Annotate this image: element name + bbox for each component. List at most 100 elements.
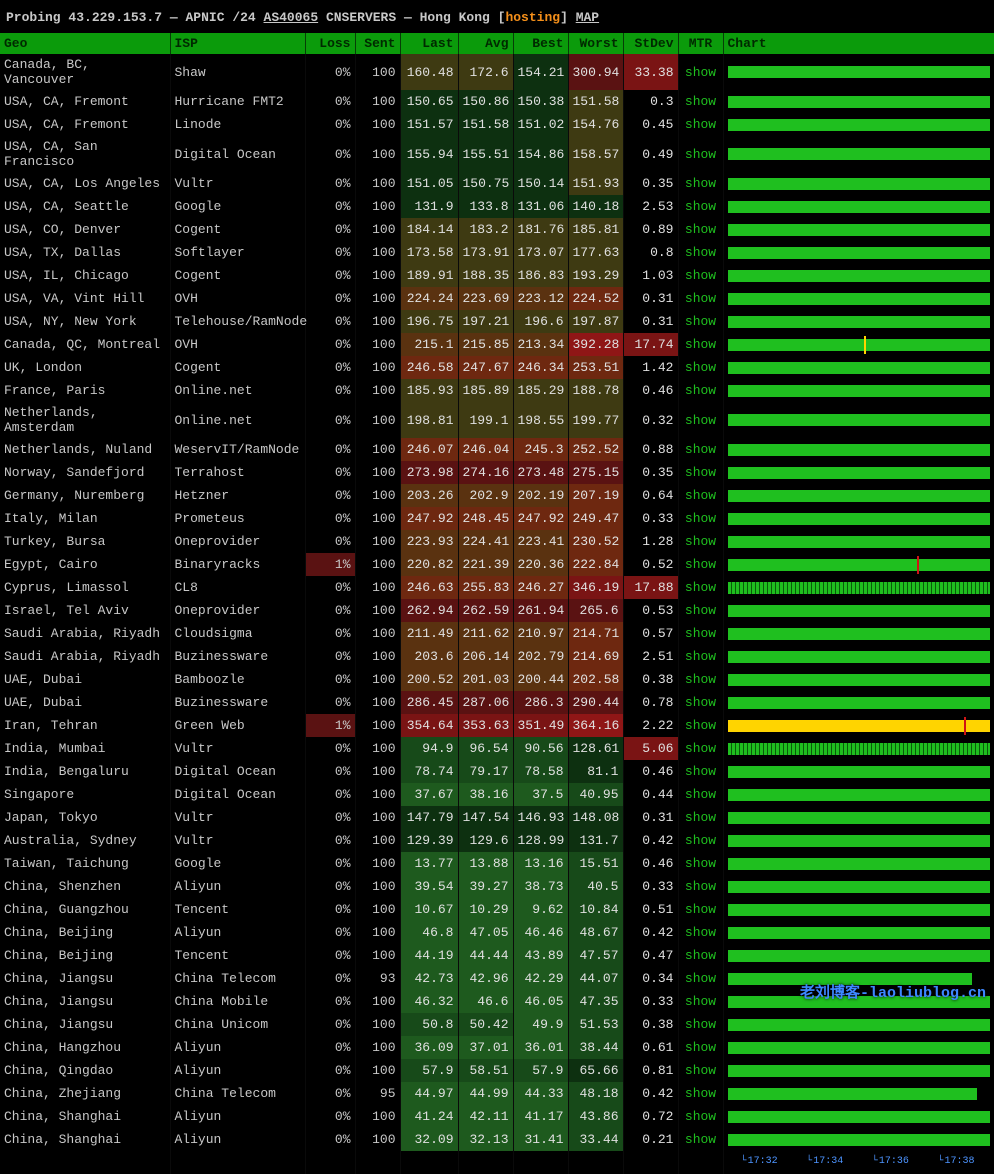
mtr-show-link[interactable]: show bbox=[685, 291, 716, 306]
mtr-show-link[interactable]: show bbox=[685, 557, 716, 572]
asn-link[interactable]: AS40065 bbox=[264, 10, 319, 25]
mtr-show-link[interactable]: show bbox=[685, 603, 716, 618]
cell-mtr: show bbox=[678, 1036, 723, 1059]
cell-geo: Japan, Tokyo bbox=[0, 806, 170, 829]
mtr-show-link[interactable]: show bbox=[685, 383, 716, 398]
latency-sparkline bbox=[728, 765, 991, 779]
mtr-show-link[interactable]: show bbox=[685, 511, 716, 526]
cell-avg: 247.67 bbox=[458, 356, 513, 379]
cell-best: 351.49 bbox=[513, 714, 568, 737]
cell-stdev: 33.38 bbox=[623, 54, 678, 90]
mtr-show-link[interactable]: show bbox=[685, 268, 716, 283]
mtr-show-link[interactable]: show bbox=[685, 925, 716, 940]
mtr-show-link[interactable]: show bbox=[685, 695, 716, 710]
mtr-show-link[interactable]: show bbox=[685, 810, 716, 825]
mtr-show-link[interactable]: show bbox=[685, 442, 716, 457]
cell-mtr: show bbox=[678, 1013, 723, 1036]
mtr-show-link[interactable]: show bbox=[685, 580, 716, 595]
mtr-show-link[interactable]: show bbox=[685, 649, 716, 664]
mtr-show-link[interactable]: show bbox=[685, 117, 716, 132]
latency-sparkline bbox=[728, 118, 991, 132]
mtr-show-link[interactable]: show bbox=[685, 465, 716, 480]
mtr-show-link[interactable]: show bbox=[685, 1086, 716, 1101]
latency-sparkline bbox=[728, 535, 991, 549]
mtr-show-link[interactable]: show bbox=[685, 856, 716, 871]
mtr-show-link[interactable]: show bbox=[685, 245, 716, 260]
mtr-show-link[interactable]: show bbox=[685, 360, 716, 375]
cell-sent: 100 bbox=[355, 1013, 400, 1036]
mtr-show-link[interactable]: show bbox=[685, 1040, 716, 1055]
cell-best: 200.44 bbox=[513, 668, 568, 691]
cell-isp: Google bbox=[170, 852, 305, 875]
latency-sparkline bbox=[728, 512, 991, 526]
cell-avg: 38.16 bbox=[458, 783, 513, 806]
cell-isp: Prometeus bbox=[170, 507, 305, 530]
mtr-show-link[interactable]: show bbox=[685, 1017, 716, 1032]
col-mtr[interactable]: MTR bbox=[678, 33, 723, 54]
cell-stdev: 0.8 bbox=[623, 241, 678, 264]
mtr-show-link[interactable]: show bbox=[685, 741, 716, 756]
mtr-show-link[interactable]: show bbox=[685, 672, 716, 687]
cell-loss: 0% bbox=[305, 530, 355, 553]
cell-sent: 100 bbox=[355, 691, 400, 714]
cell-geo: USA, CA, Los Angeles bbox=[0, 172, 170, 195]
col-geo[interactable]: Geo bbox=[0, 33, 170, 54]
table-row: China, ShenzhenAliyun0%10039.5439.2738.7… bbox=[0, 875, 994, 898]
mtr-show-link[interactable]: show bbox=[685, 879, 716, 894]
mtr-show-link[interactable]: show bbox=[685, 534, 716, 549]
mtr-show-link[interactable]: show bbox=[685, 971, 716, 986]
mtr-show-link[interactable]: show bbox=[685, 994, 716, 1009]
table-row: Canada, BC, VancouverShaw0%100160.48172.… bbox=[0, 54, 994, 90]
mtr-show-link[interactable]: show bbox=[685, 902, 716, 917]
latency-sparkline bbox=[728, 696, 991, 710]
col-best[interactable]: Best bbox=[513, 33, 568, 54]
mtr-show-link[interactable]: show bbox=[685, 176, 716, 191]
cell-mtr: show bbox=[678, 402, 723, 438]
cell-loss: 0% bbox=[305, 90, 355, 113]
cell-best: 146.93 bbox=[513, 806, 568, 829]
mtr-show-link[interactable]: show bbox=[685, 833, 716, 848]
col-loss[interactable]: Loss bbox=[305, 33, 355, 54]
mtr-show-link[interactable]: show bbox=[685, 718, 716, 733]
mtr-show-link[interactable]: show bbox=[685, 147, 716, 162]
mtr-show-link[interactable]: show bbox=[685, 626, 716, 641]
cell-isp: CL8 bbox=[170, 576, 305, 599]
cell-mtr: show bbox=[678, 1128, 723, 1151]
cell-loss: 0% bbox=[305, 1082, 355, 1105]
cell-stdev: 0.33 bbox=[623, 875, 678, 898]
col-isp[interactable]: ISP bbox=[170, 33, 305, 54]
cell-geo: USA, VA, Vint Hill bbox=[0, 287, 170, 310]
cell-sent: 100 bbox=[355, 1128, 400, 1151]
mtr-show-link[interactable]: show bbox=[685, 787, 716, 802]
mtr-show-link[interactable]: show bbox=[685, 199, 716, 214]
cell-stdev: 0.47 bbox=[623, 944, 678, 967]
cell-best: 42.29 bbox=[513, 967, 568, 990]
col-worst[interactable]: Worst bbox=[568, 33, 623, 54]
cell-last: 129.39 bbox=[400, 829, 458, 852]
mtr-show-link[interactable]: show bbox=[685, 413, 716, 428]
mtr-show-link[interactable]: show bbox=[685, 222, 716, 237]
mtr-show-link[interactable]: show bbox=[685, 1109, 716, 1124]
mtr-show-link[interactable]: show bbox=[685, 1132, 716, 1147]
mtr-show-link[interactable]: show bbox=[685, 488, 716, 503]
map-link[interactable]: MAP bbox=[576, 10, 599, 25]
col-stdev[interactable]: StDev bbox=[623, 33, 678, 54]
mtr-show-link[interactable]: show bbox=[685, 94, 716, 109]
cell-loss: 0% bbox=[305, 438, 355, 461]
mtr-show-link[interactable]: show bbox=[685, 65, 716, 80]
table-row: China, BeijingAliyun0%10046.847.0546.464… bbox=[0, 921, 994, 944]
mtr-show-link[interactable]: show bbox=[685, 764, 716, 779]
cell-worst: 214.71 bbox=[568, 622, 623, 645]
cell-last: 200.52 bbox=[400, 668, 458, 691]
mtr-show-link[interactable]: show bbox=[685, 1063, 716, 1078]
mtr-show-link[interactable]: show bbox=[685, 314, 716, 329]
col-last[interactable]: Last bbox=[400, 33, 458, 54]
mtr-show-link[interactable]: show bbox=[685, 337, 716, 352]
mtr-show-link[interactable]: show bbox=[685, 948, 716, 963]
col-chart[interactable]: Chart bbox=[723, 33, 994, 54]
col-sent[interactable]: Sent bbox=[355, 33, 400, 54]
cell-worst: 364.16 bbox=[568, 714, 623, 737]
axis-tick: 17:36 bbox=[872, 1156, 909, 1167]
col-avg[interactable]: Avg bbox=[458, 33, 513, 54]
table-row: SingaporeDigital Ocean0%10037.6738.1637.… bbox=[0, 783, 994, 806]
